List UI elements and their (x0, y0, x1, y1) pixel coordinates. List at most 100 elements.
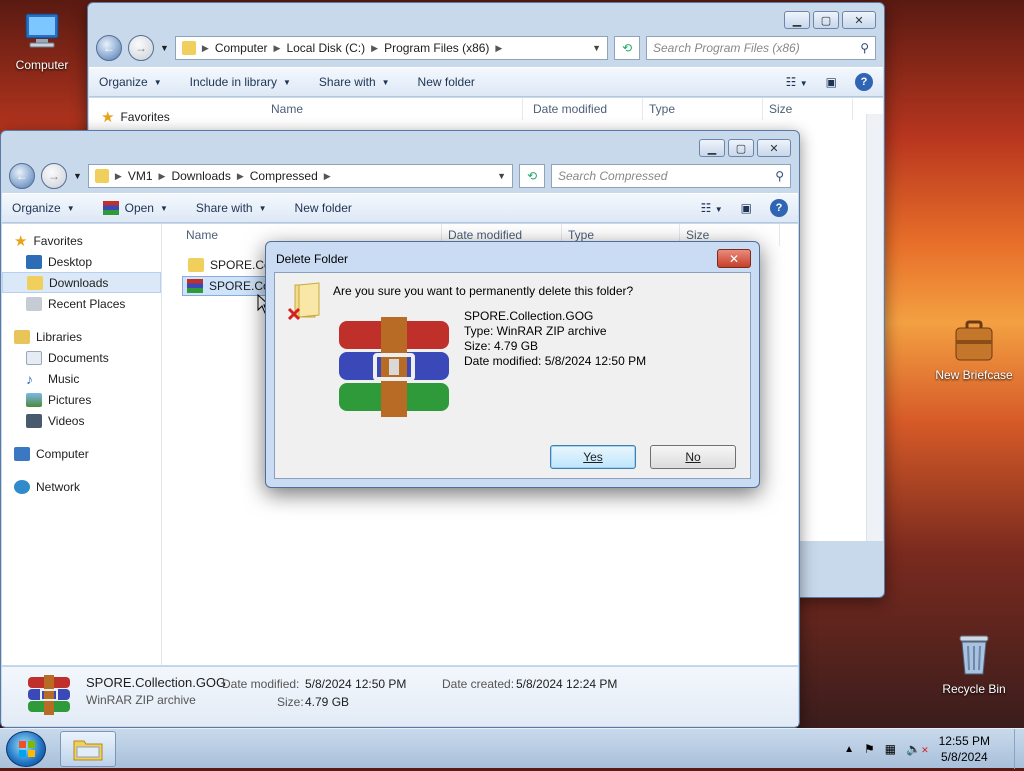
help-icon[interactable]: ? (770, 199, 788, 217)
breadcrumb-program-files[interactable]: Program Files (x86) (384, 41, 489, 55)
forward-button[interactable]: → (41, 163, 67, 189)
maximize-button[interactable]: ▢ (813, 11, 839, 29)
chevron-right-icon: ▶ (158, 170, 166, 181)
folder-delete-icon (287, 282, 320, 321)
nav-label: Desktop (48, 254, 93, 269)
nav-desktop[interactable]: Desktop (2, 251, 161, 272)
nav-libraries[interactable]: Libraries (2, 326, 161, 347)
file-row-folder[interactable]: SPORE.Coll (184, 255, 276, 275)
open-label: Open (124, 201, 154, 215)
maximize-button[interactable]: ▢ (728, 139, 754, 157)
network-tray-icon[interactable]: ▦ (885, 742, 896, 756)
nav-label: Libraries (36, 329, 83, 344)
window-caption-buttons: ▁ ▢ ✕ (699, 139, 791, 157)
share-with-label: Share with (318, 75, 376, 89)
preview-pane-icon[interactable]: ▣ (741, 201, 752, 215)
clock-time: 12:55 PM (938, 734, 990, 748)
back-button[interactable]: ← (96, 35, 122, 61)
breadcrumb-vm1[interactable]: VM1 (128, 169, 153, 183)
taskbar-explorer-button[interactable] (60, 731, 116, 767)
minimize-button[interactable]: ▁ (699, 139, 725, 157)
nav-videos[interactable]: Videos (2, 410, 161, 431)
breadcrumb-downloads[interactable]: Downloads (171, 169, 230, 183)
navigation-row: ← → ▼ ▶ VM1 ▶ Downloads ▶ Compressed ▶ ▼… (9, 161, 791, 191)
show-hidden-icons-icon[interactable]: ▲ (844, 744, 854, 755)
include-in-library-button[interactable]: Include in library ▼ (190, 75, 291, 89)
nav-music[interactable]: ♪ Music (2, 368, 161, 389)
column-header-size[interactable]: Size (763, 98, 853, 120)
music-icon: ♪ (26, 370, 33, 387)
address-bar[interactable]: ▶ Computer ▶ Local Disk (C:) ▶ Program F… (174, 36, 608, 60)
dialog-close-button[interactable]: ✕ (717, 249, 751, 268)
nav-favorites[interactable]: ★ Favorites (89, 106, 170, 127)
yes-button[interactable]: Yes (550, 445, 636, 469)
breadcrumb-local-disk[interactable]: Local Disk (C:) (286, 41, 365, 55)
action-center-flag-icon[interactable]: ⚑ (864, 742, 875, 756)
chevron-right-icon: ▶ (201, 42, 209, 53)
delete-folder-dialog[interactable]: Delete Folder ✕ Are you sure you want to… (265, 241, 760, 488)
view-options-icon[interactable]: ☷ ▼ (701, 201, 723, 215)
new-folder-button[interactable]: New folder (295, 201, 352, 215)
details-file-name: SPORE.Collection.GOG (86, 675, 227, 690)
nav-recent-places[interactable]: Recent Places (2, 293, 161, 314)
nav-label: Documents (48, 350, 109, 365)
file-row-archive[interactable]: SPORE.Coll (182, 276, 276, 296)
nav-network[interactable]: Network (2, 476, 161, 497)
vertical-scrollbar[interactable] (866, 114, 883, 541)
winrar-icon (187, 279, 203, 293)
start-button[interactable] (6, 731, 46, 767)
column-label: Size (769, 102, 793, 116)
refresh-button[interactable]: ⟲ (614, 36, 640, 60)
open-button[interactable]: Open ▼ (102, 201, 168, 215)
details-pane: SPORE.Collection.GOG WinRAR ZIP archive … (2, 666, 798, 726)
breadcrumb-computer[interactable]: Computer (215, 41, 268, 55)
close-button[interactable]: ✕ (757, 139, 791, 157)
address-bar[interactable]: ▶ VM1 ▶ Downloads ▶ Compressed ▶ ▼ (87, 164, 513, 188)
clock-date: 5/8/2024 (940, 750, 988, 764)
organize-button[interactable]: Organize ▼ (12, 201, 75, 215)
view-options-icon[interactable]: ☷ ▼ (786, 75, 808, 89)
search-icon: ⚲ (775, 169, 784, 183)
nav-favorites[interactable]: ★ Favorites (2, 230, 161, 251)
chevron-down-icon[interactable]: ▼ (497, 171, 506, 181)
column-label: Type (649, 102, 676, 116)
search-input[interactable]: Search Program Files (x86) ⚲ (646, 36, 876, 60)
show-desktop-button[interactable] (1014, 729, 1024, 769)
search-input[interactable]: Search Compressed ⚲ (551, 164, 791, 188)
desktop-icon-recycle-bin[interactable]: Recycle Bin (932, 630, 1016, 696)
nav-downloads[interactable]: Downloads (2, 272, 161, 293)
new-folder-button[interactable]: New folder (418, 75, 475, 89)
minimize-button[interactable]: ▁ (784, 11, 810, 29)
help-icon[interactable]: ? (855, 73, 873, 91)
close-button[interactable]: ✕ (842, 11, 876, 29)
clock[interactable]: 12:55 PM 5/8/2024 (939, 733, 990, 765)
dialog-file-type: Type: WinRAR ZIP archive (464, 324, 607, 338)
nav-computer[interactable]: Computer (2, 443, 161, 464)
recent-pages-dropdown-icon[interactable]: ▼ (73, 171, 82, 181)
nav-label: Favorites (33, 233, 83, 248)
navigation-row: ← → ▼ ▶ Computer ▶ Local Disk (C:) ▶ Pro… (96, 33, 876, 63)
column-header-type[interactable]: Type (643, 98, 763, 120)
column-header-date-modified[interactable]: Date modified (523, 98, 643, 120)
share-with-button[interactable]: Share with ▼ (196, 201, 267, 215)
chevron-right-icon: ▶ (495, 42, 503, 53)
chevron-down-icon[interactable]: ▼ (592, 43, 601, 53)
refresh-button[interactable]: ⟲ (519, 164, 545, 188)
recent-pages-dropdown-icon[interactable]: ▼ (160, 43, 169, 53)
preview-pane-icon[interactable]: ▣ (826, 75, 837, 89)
nav-documents[interactable]: Documents (2, 347, 161, 368)
videos-icon (26, 413, 42, 428)
breadcrumb-compressed[interactable]: Compressed (250, 169, 318, 183)
column-header-name[interactable]: Name (253, 98, 523, 120)
organize-button[interactable]: Organize ▼ (99, 75, 162, 89)
forward-button[interactable]: → (128, 35, 154, 61)
share-with-button[interactable]: Share with ▼ (319, 75, 390, 89)
nav-label: Pictures (48, 392, 92, 407)
desktop-icon-new-briefcase[interactable]: New Briefcase (932, 318, 1016, 382)
nav-pictures[interactable]: Pictures (2, 389, 161, 410)
volume-muted-icon[interactable]: 🔈✕ (906, 742, 929, 756)
no-button[interactable]: No (650, 445, 736, 469)
desktop-icon-computer[interactable]: Computer (0, 10, 84, 72)
back-button[interactable]: ← (9, 163, 35, 189)
chevron-right-icon: ▶ (323, 170, 331, 181)
